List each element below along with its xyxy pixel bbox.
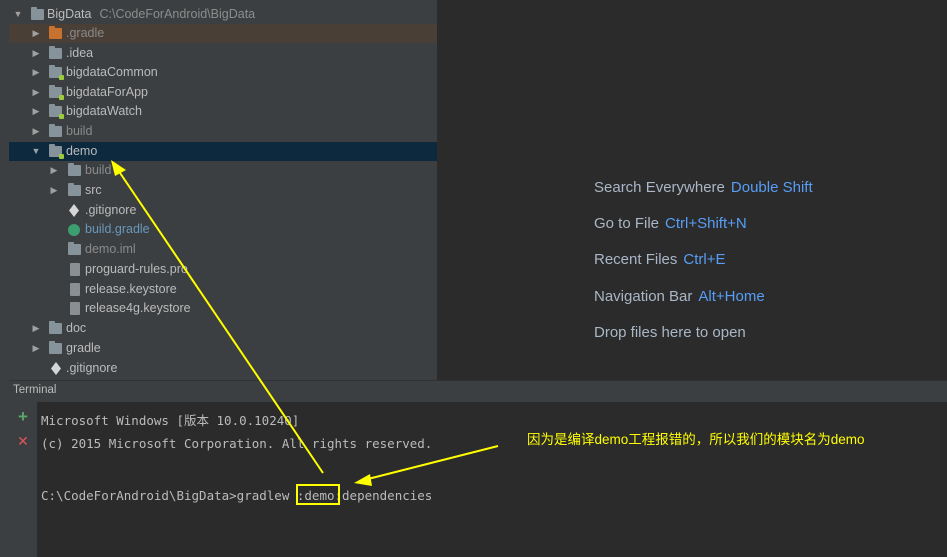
- arrow-to-demo-line: [115, 166, 324, 474]
- arrow-to-demo-head: [111, 160, 126, 176]
- arrow-to-command-line: [359, 445, 499, 482]
- annotation-arrows: [111, 160, 499, 486]
- arrow-to-command-head: [354, 474, 372, 486]
